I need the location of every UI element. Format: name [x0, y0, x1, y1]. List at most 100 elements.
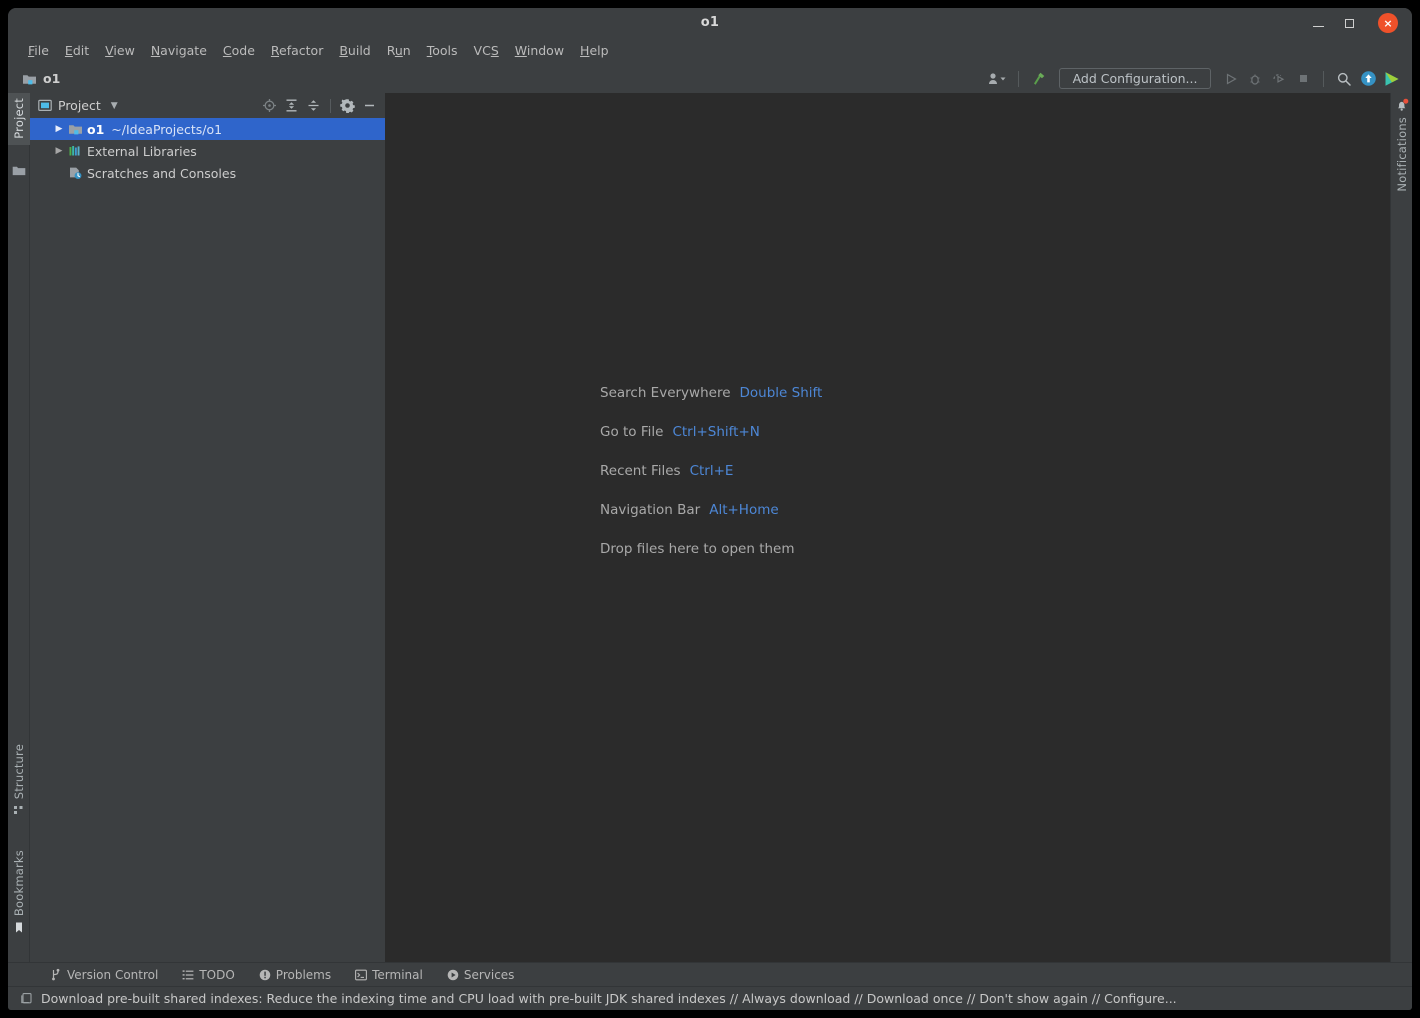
tool-window-button-label: Version Control	[67, 967, 159, 982]
editor-hint: Drop files here to open them	[600, 541, 822, 557]
editor-hint: Recent Files Ctrl+E	[600, 463, 822, 479]
menu-item-navigate[interactable]: Navigate	[143, 38, 215, 64]
expand-all-icon[interactable]	[282, 96, 301, 115]
main-body: Project Structure Bookmarks Project ▼ ▶ …	[8, 93, 1412, 962]
stop-icon[interactable]	[1293, 69, 1313, 89]
terminal-icon	[355, 969, 368, 981]
debug-icon[interactable]	[1245, 69, 1265, 89]
editor-hint-label: Drop files here to open them	[600, 541, 795, 557]
account-icon[interactable]	[988, 69, 1008, 89]
run-with-coverage-icon[interactable]	[1269, 69, 1289, 89]
toolbar-separator	[1018, 70, 1019, 87]
tool-window-button-problems[interactable]: Problems	[247, 964, 343, 986]
chevron-right-icon[interactable]: ▶	[52, 146, 66, 156]
menu-item-edit[interactable]: Edit	[57, 38, 97, 64]
add-configuration-button[interactable]: Add Configuration...	[1059, 68, 1211, 89]
tool-window-button-label: TODO	[199, 967, 235, 982]
breadcrumb[interactable]: o1	[43, 71, 60, 86]
chevron-down-icon[interactable]: ▼	[111, 101, 118, 111]
main-toolbar: o1 Add Configuration...	[8, 64, 1412, 93]
title-bar: o1 ×	[8, 8, 1412, 38]
tree-node-path: ~/IdeaProjects/o1	[111, 121, 223, 137]
menu-item-refactor[interactable]: Refactor	[263, 38, 331, 64]
search-icon[interactable]	[1334, 69, 1354, 89]
ide-window: o1 × File Edit View Navigate Code Refactor Bui…	[8, 8, 1412, 1010]
gear-icon[interactable]	[338, 96, 357, 115]
sidebar-item-structure[interactable]: Structure	[8, 744, 30, 822]
editor-empty-area[interactable]: Search Everywhere Double Shift Go to File C…	[386, 93, 1390, 962]
folder-icon[interactable]	[8, 165, 30, 177]
todo-list-icon	[182, 969, 194, 981]
sidebar-item-notifications-label: Notifications	[1395, 117, 1409, 192]
libraries-icon	[66, 144, 84, 158]
build-hammer-icon[interactable]	[1029, 69, 1049, 89]
sidebar-item-bookmarks[interactable]: Bookmarks	[8, 850, 30, 940]
menu-item-code[interactable]: Code	[215, 38, 263, 64]
project-tool-window: Project ▼ ▶ o1 ~/IdeaProjects/o1 ▶ Exter…	[30, 93, 386, 962]
collapse-all-icon[interactable]	[304, 96, 323, 115]
right-tool-stripe: Notifications	[1390, 93, 1412, 962]
close-button[interactable]: ×	[1378, 13, 1398, 33]
menu-item-file[interactable]: File	[20, 38, 57, 64]
menu-item-run[interactable]: Run	[379, 38, 419, 64]
editor-hint-shortcut[interactable]: Double Shift	[740, 385, 823, 401]
chevron-right-icon[interactable]: ▶	[52, 124, 66, 134]
menu-item-view[interactable]: View	[97, 38, 143, 64]
tool-window-button-version-control[interactable]: Version Control	[38, 964, 170, 986]
tree-row[interactable]: ▶Scratches and Consoles	[30, 162, 385, 184]
tool-window-button-todo[interactable]: TODO	[170, 964, 246, 986]
project-icon	[38, 99, 52, 112]
tree-row[interactable]: ▶ External Libraries	[30, 140, 385, 162]
tool-window-button-label: Services	[463, 967, 515, 982]
editor-hint-shortcut[interactable]: Ctrl+E	[690, 463, 734, 479]
tool-window-button-terminal[interactable]: Terminal	[343, 964, 435, 986]
menu-item-tools[interactable]: Tools	[419, 38, 466, 64]
editor-hint: Go to File Ctrl+Shift+N	[600, 424, 822, 440]
bookmarks-icon	[13, 921, 25, 934]
project-tree[interactable]: ▶o1~/IdeaProjects/o1▶External Libraries▶…	[30, 118, 385, 962]
editor-hint-label: Search Everywhere	[600, 385, 731, 401]
project-panel-title: Project	[58, 98, 101, 113]
structure-icon	[13, 804, 25, 816]
sidebar-item-project[interactable]: Project	[8, 93, 30, 145]
ide-play-icon[interactable]	[1382, 69, 1402, 89]
left-tool-stripe: Project Structure Bookmarks	[8, 93, 30, 962]
editor-hints: Search Everywhere Double Shift Go to File C…	[600, 385, 822, 580]
tool-window-button-services[interactable]: Services	[435, 964, 527, 986]
tree-node-label: Scratches and Consoles	[87, 165, 237, 181]
project-folder-icon	[22, 72, 37, 86]
navigation-bar[interactable]: o1	[22, 71, 60, 86]
toolbar-separator-2	[1323, 70, 1324, 87]
minimize-icon[interactable]	[360, 96, 379, 115]
services-icon	[447, 969, 459, 981]
status-bar: Download pre-built shared indexes: Reduc…	[8, 986, 1412, 1010]
target-icon[interactable]	[260, 96, 279, 115]
editor-hint-label: Go to File	[600, 424, 664, 440]
editor-hint-shortcut[interactable]: Alt+Home	[709, 502, 778, 518]
project-folder-icon	[66, 122, 84, 136]
sidebar-item-notifications[interactable]: Notifications	[1391, 93, 1412, 198]
menu-item-window[interactable]: Window	[507, 38, 572, 64]
menu-item-vcs[interactable]: VCS	[466, 38, 507, 64]
minimize-button[interactable]	[1308, 13, 1328, 33]
window-title: o1	[700, 15, 720, 30]
tool-window-button-label: Terminal	[372, 967, 423, 982]
editor-hint: Search Everywhere Double Shift	[600, 385, 822, 401]
sidebar-item-structure-label: Structure	[12, 743, 26, 799]
editor-hint-label: Recent Files	[600, 463, 681, 479]
maximize-button[interactable]	[1339, 13, 1359, 33]
update-project-icon[interactable]	[1358, 69, 1378, 89]
sidebar-item-project-label: Project	[12, 98, 26, 139]
header-separator	[330, 98, 331, 113]
tree-row[interactable]: ▶ o1 ~/IdeaProjects/o1	[30, 118, 385, 140]
bottom-tool-stripe: Version Control TODO Problems Terminal Servi…	[8, 962, 1412, 986]
status-message[interactable]: Download pre-built shared indexes: Reduc…	[41, 991, 1177, 1006]
menu-item-help[interactable]: Help	[572, 38, 617, 64]
problems-icon	[259, 969, 271, 981]
editor-hint-shortcut[interactable]: Ctrl+Shift+N	[672, 424, 759, 440]
run-icon[interactable]	[1221, 69, 1241, 89]
ide-notification-icon	[20, 992, 33, 1005]
editor-hint-label: Navigation Bar	[600, 502, 701, 518]
menu-item-build[interactable]: Build	[331, 38, 378, 64]
sidebar-item-bookmarks-label: Bookmarks	[12, 849, 26, 916]
